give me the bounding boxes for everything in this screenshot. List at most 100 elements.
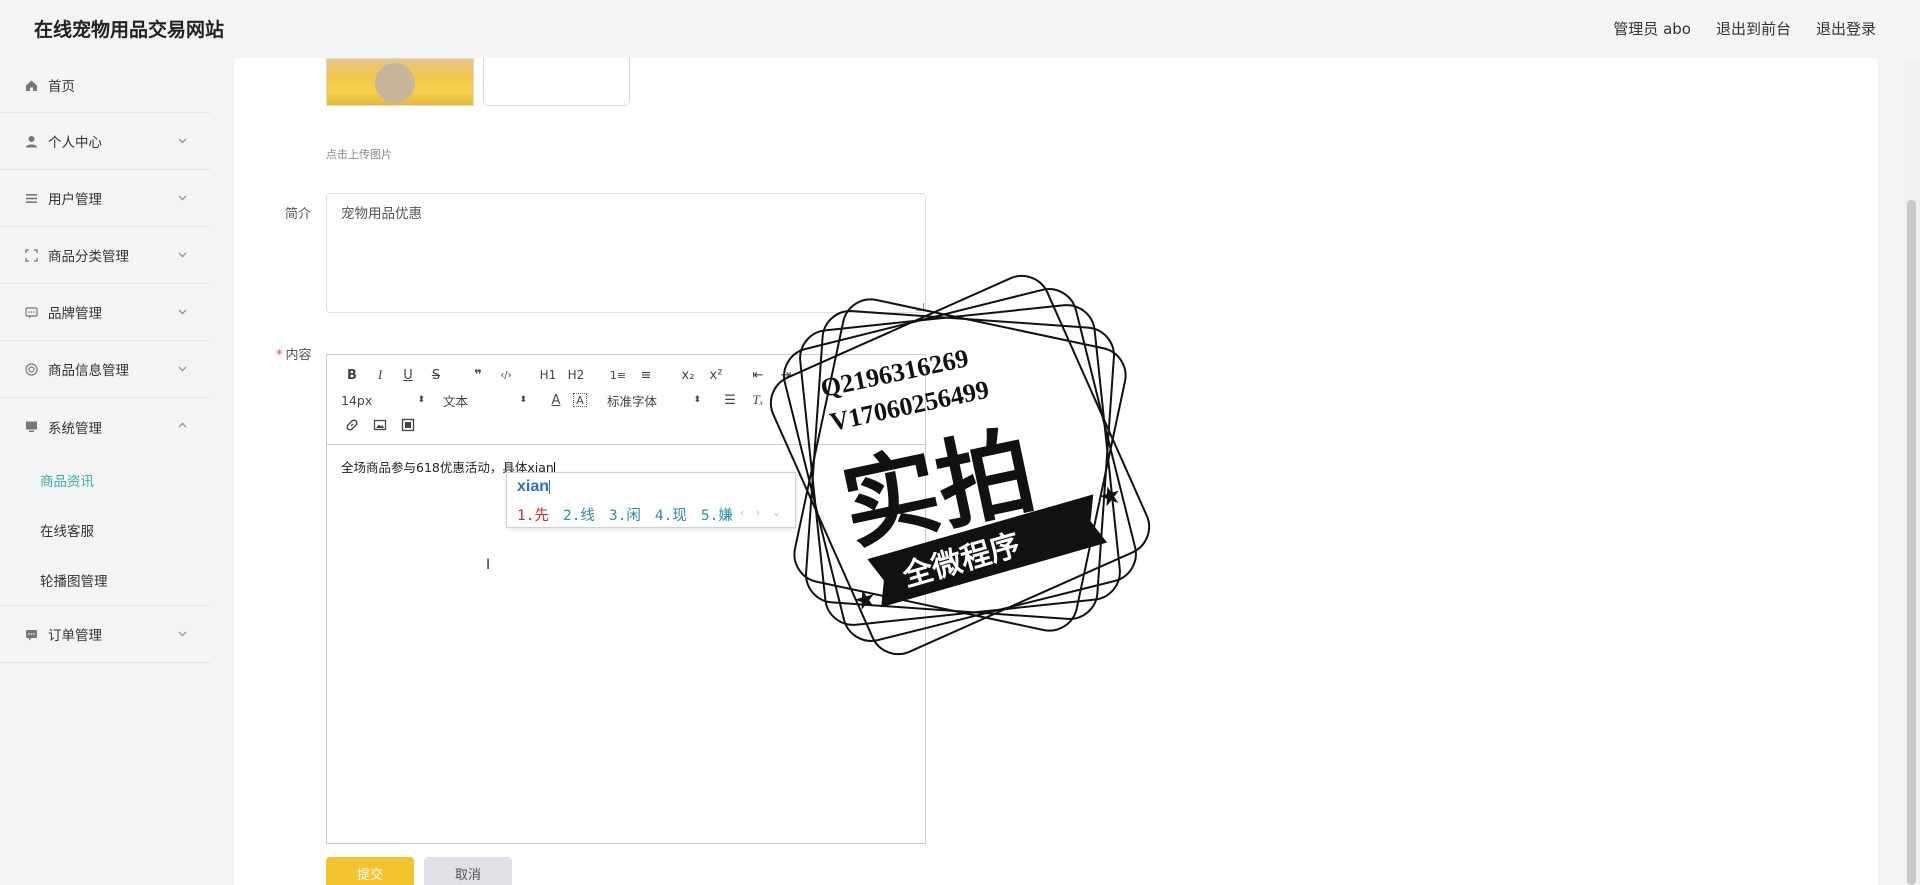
code-button[interactable]: ‹/› [495, 365, 517, 385]
text-type-select[interactable]: 文本 ⬍ [443, 391, 527, 410]
target-icon [24, 362, 39, 377]
chevron-down-icon [178, 195, 187, 201]
resize-handle[interactable] [916, 303, 924, 311]
required-mark: * [276, 348, 283, 363]
underline-button[interactable]: U [397, 365, 419, 385]
toolbar-row-insert [341, 415, 425, 435]
summary-label: 简介 [285, 207, 312, 222]
chat-icon [24, 305, 39, 320]
subscript-button[interactable]: x₂ [677, 365, 699, 385]
sidebar-item-label: 个人中心 [48, 135, 102, 151]
message-icon [24, 627, 39, 642]
site-title: 在线宠物用品交易网站 [34, 19, 225, 41]
clear-format-icon[interactable]: Tₓ [747, 390, 769, 410]
ime-pinyin: xian [517, 478, 550, 495]
font-family-value: 标准字体 [607, 393, 658, 409]
sidebar: 首页 个人中心 用户管理 商品分类管理 品牌管理 商品信息管理 系统管理 商品资… [0, 58, 210, 885]
link-icon[interactable] [341, 415, 363, 435]
heading1-button[interactable]: H1 [537, 365, 559, 385]
toolbar-row-font: 14px ⬍ 文本 ⬍ A A 标准字体 ⬍ ☰ Tₓ [341, 390, 775, 410]
toolbar-row-format: B I U S ❞ ‹/› H1 H2 1≡ ≡ x₂ x² ⇤ ⇥ [341, 365, 803, 385]
sidebar-item-label: 首页 [48, 79, 75, 95]
content-label-text: 内容 [285, 348, 312, 363]
chevron-up-icon [178, 422, 187, 428]
system-submenu: 商品资讯 在线客服 轮播图管理 [0, 455, 210, 606]
select-arrow-icon: ⬍ [417, 395, 425, 405]
sidebar-item-label: 订单管理 [48, 628, 102, 644]
ibeam-cursor-icon: I [486, 557, 491, 573]
ime-composition: xian [517, 478, 551, 496]
upload-hint: 点击上传图片 [326, 148, 392, 161]
sidebar-item-system[interactable]: 系统管理 [0, 398, 210, 455]
rich-text-editor[interactable]: B I U S ❞ ‹/› H1 H2 1≡ ≡ x₂ x² ⇤ ⇥ 14px ⬍… [326, 354, 926, 844]
sidebar-subitem-customer-service[interactable]: 在线客服 [0, 505, 210, 555]
cancel-button[interactable]: 取消 [424, 857, 512, 885]
chevron-down-icon [178, 366, 187, 372]
sidebar-item-profile[interactable]: 个人中心 [0, 113, 210, 170]
list-icon [24, 191, 39, 206]
logout-link[interactable]: 退出登录 [1816, 18, 1876, 39]
content-label: * 内容 [276, 344, 312, 363]
chevron-down-icon [178, 252, 187, 258]
select-arrow-icon: ⬍ [519, 395, 527, 405]
submit-button[interactable]: 提交 [326, 857, 414, 885]
summary-textarea[interactable]: 宠物用品优惠 [326, 193, 926, 313]
home-icon [24, 78, 39, 93]
ime-candidate-window: xian 1.先 2.线 3.闲 4.现 5.嫌 ‹ › ⌄ [506, 472, 796, 528]
sidebar-subitem-news[interactable]: 商品资讯 [0, 455, 210, 505]
font-size-select[interactable]: 14px ⬍ [341, 393, 425, 408]
sidebar-item-brands[interactable]: 品牌管理 [0, 284, 210, 341]
editor-toolbar: B I U S ❞ ‹/› H1 H2 1≡ ≡ x₂ x² ⇤ ⇥ 14px ⬍… [327, 355, 925, 445]
ime-candidate[interactable]: 2.线 [563, 504, 595, 525]
sidebar-subitem-carousel[interactable]: 轮播图管理 [0, 555, 210, 605]
monitor-icon [24, 419, 39, 434]
sidebar-item-products[interactable]: 商品信息管理 [0, 341, 210, 398]
heading2-button[interactable]: H2 [565, 365, 587, 385]
sidebar-item-label: 用户管理 [48, 192, 102, 208]
superscript-button[interactable]: x² [705, 365, 727, 385]
ime-candidate[interactable]: 3.闲 [609, 504, 641, 525]
ime-candidate[interactable]: 5.嫌 [701, 504, 733, 525]
sidebar-item-orders[interactable]: 订单管理 [0, 606, 210, 663]
outdent-button[interactable]: ⇤ [747, 365, 769, 385]
select-arrow-icon: ⬍ [693, 395, 701, 405]
uploaded-image-thumbnail[interactable] [326, 58, 474, 106]
chevron-down-icon [178, 309, 187, 315]
sidebar-item-label: 商品分类管理 [48, 249, 129, 265]
align-center-icon[interactable]: ☰ [719, 390, 741, 410]
font-color-icon[interactable]: A [545, 390, 567, 410]
admin-user-label: 管理员 abo [1613, 20, 1691, 38]
bullet-list-button[interactable]: ≡ [635, 365, 657, 385]
sidebar-item-label: 商品信息管理 [48, 363, 129, 379]
font-family-select[interactable]: 标准字体 ⬍ [607, 391, 701, 410]
bold-button[interactable]: B [341, 365, 363, 385]
scrollbar-thumb[interactable] [1907, 200, 1916, 885]
ordered-list-button[interactable]: 1≡ [607, 365, 629, 385]
sidebar-item-label: 品牌管理 [48, 306, 102, 322]
indent-button[interactable]: ⇥ [775, 365, 797, 385]
sidebar-item-home[interactable]: 首页 [0, 58, 210, 113]
chevron-down-icon [178, 138, 187, 144]
chevron-down-icon [178, 631, 187, 637]
image-icon[interactable] [369, 415, 391, 435]
background-color-icon[interactable]: A [573, 393, 587, 407]
sidebar-item-users[interactable]: 用户管理 [0, 170, 210, 227]
user-icon [24, 134, 39, 149]
text-type-value: 文本 [443, 393, 469, 409]
fullscreen-icon [24, 248, 39, 263]
ime-candidate[interactable]: 4.现 [655, 504, 687, 525]
ime-candidate[interactable]: 1.先 [517, 504, 549, 525]
strike-button[interactable]: S [425, 365, 447, 385]
header-actions: 管理员 abo 退出到前台 退出登录 [1613, 18, 1876, 39]
to-frontend-link[interactable]: 退出到前台 [1716, 18, 1791, 39]
pet-photo [375, 63, 415, 103]
summary-text: 宠物用品优惠 [341, 206, 422, 222]
font-size-value: 14px [341, 392, 373, 408]
upload-image-box[interactable] [483, 58, 630, 106]
sidebar-item-categories[interactable]: 商品分类管理 [0, 227, 210, 284]
ime-page-arrows-icon[interactable]: ‹ › ⌄ [740, 506, 785, 519]
blockquote-button[interactable]: ❞ [467, 365, 489, 385]
video-icon[interactable] [397, 415, 419, 435]
sidebar-item-label: 系统管理 [48, 420, 102, 437]
italic-button[interactable]: I [369, 365, 391, 385]
